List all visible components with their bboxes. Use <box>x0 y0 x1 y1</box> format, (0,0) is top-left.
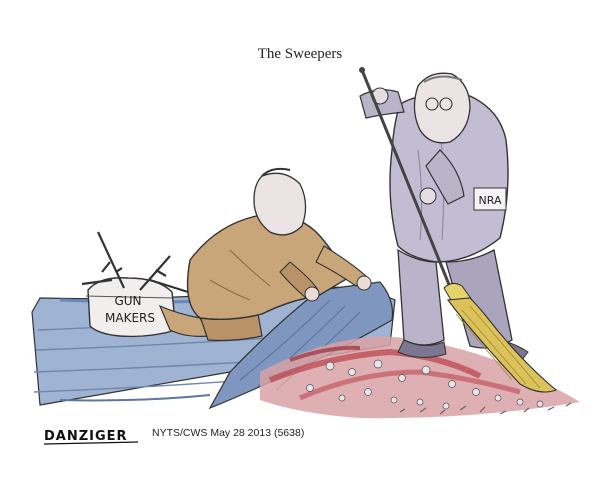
box-label-line1: GUN <box>114 294 141 308</box>
publication-credit: NYTS/CWS May 28 2013 (5638) <box>152 427 305 439</box>
box-label-line2: MAKERS <box>105 311 155 325</box>
artist-signature: DANZIGER <box>44 429 128 444</box>
cartoon-stage: The Sweepers GUN MAKERS NRA DANZIGER NYT… <box>0 0 600 504</box>
nra-badge-label: NRA <box>479 194 502 207</box>
